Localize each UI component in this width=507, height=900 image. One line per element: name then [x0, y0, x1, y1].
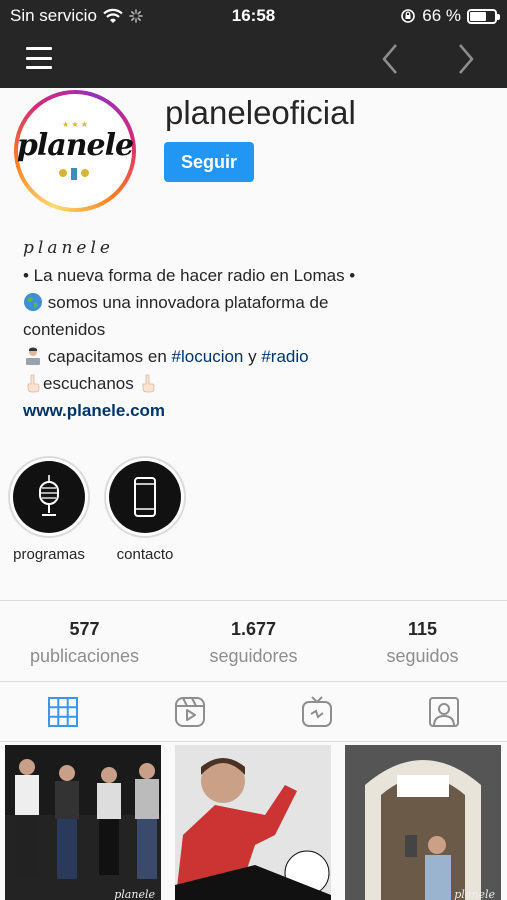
stat-value: 1.677 — [230, 619, 277, 639]
post-image — [345, 745, 501, 900]
avatar[interactable]: ★ ★ ★ planele — [14, 90, 136, 212]
post-thumbnail[interactable]: planele — [5, 745, 161, 900]
follow-button[interactable]: Seguir — [164, 142, 254, 182]
tab-grid[interactable] — [0, 682, 127, 741]
post-image — [5, 745, 161, 900]
highlight-label: contacto — [116, 546, 174, 563]
phone-icon — [134, 477, 156, 517]
stat-label: seguidores — [209, 646, 298, 666]
hamburger-icon[interactable] — [26, 47, 52, 69]
website-link[interactable]: www.planele.com — [23, 397, 493, 424]
stat-following[interactable]: 115 seguidos — [338, 601, 507, 681]
battery-icon — [467, 8, 500, 24]
bio-line-3: contenidos — [23, 320, 106, 339]
avatar-logo-text: planele — [16, 127, 134, 163]
chevron-right-icon[interactable] — [448, 41, 484, 77]
profile-stats: 577 publicaciones 1.677 seguidores 115 s… — [0, 600, 507, 682]
stat-value: 577 — [69, 619, 100, 639]
bio-line-2: somos una innovadora plataforma de — [23, 289, 493, 316]
orientation-lock-icon — [401, 9, 416, 23]
highlight-contacto[interactable]: contacto — [104, 456, 186, 563]
tab-igtv[interactable] — [254, 682, 381, 741]
post-thumbnail[interactable]: planele — [345, 745, 501, 900]
svg-text:★ ★ ★: ★ ★ ★ — [62, 120, 88, 128]
hashtag-locucion[interactable]: #locucion — [172, 347, 244, 366]
planele-logo: ★ ★ ★ planele — [17, 98, 134, 204]
stat-label: publicaciones — [29, 646, 140, 666]
bio-line-4: capacitamos en #locucion y #radio — [23, 343, 493, 370]
microphone-icon — [39, 475, 59, 516]
person-laptop-icon — [26, 347, 40, 365]
globe-icon — [24, 293, 42, 311]
stat-posts: 577 publicaciones — [0, 601, 169, 681]
posts-grid: planele planele — [0, 745, 507, 900]
bio-name: planele — [23, 238, 114, 258]
profile-username: planeleoficial — [165, 94, 356, 131]
post-thumbnail[interactable] — [175, 745, 331, 900]
stat-value: 115 — [407, 619, 438, 639]
igtv-icon — [301, 695, 332, 727]
highlight-programas[interactable]: programas — [8, 456, 90, 563]
nav-bar — [0, 30, 507, 88]
pointing-down-icon — [27, 374, 40, 393]
bio-line-1: • La nueva forma de hacer radio en Lomas… — [23, 266, 356, 285]
chevron-left-icon[interactable] — [372, 41, 408, 77]
tagged-icon — [428, 696, 459, 727]
stat-followers[interactable]: 1.677 seguidores — [169, 601, 338, 681]
bio-line-5: escuchanos — [23, 370, 493, 397]
pointing-down-icon — [143, 374, 155, 393]
post-image — [175, 745, 331, 900]
stat-label: seguidos — [386, 646, 459, 666]
grid-icon — [48, 696, 79, 727]
tab-reels[interactable] — [127, 682, 254, 741]
status-bar: Sin servicio 16:58 66 % — [0, 0, 507, 30]
post-watermark: planele — [114, 888, 155, 900]
post-watermark: planele — [454, 888, 495, 900]
tab-tagged[interactable] — [380, 682, 507, 741]
hashtag-radio[interactable]: #radio — [261, 347, 308, 366]
highlight-label: programas — [13, 546, 85, 563]
profile-bio: planele • La nueva forma de hacer radio … — [23, 235, 493, 424]
battery-percent: 66 % — [422, 6, 461, 25]
reels-icon — [175, 696, 206, 727]
profile-tabs — [0, 682, 507, 742]
